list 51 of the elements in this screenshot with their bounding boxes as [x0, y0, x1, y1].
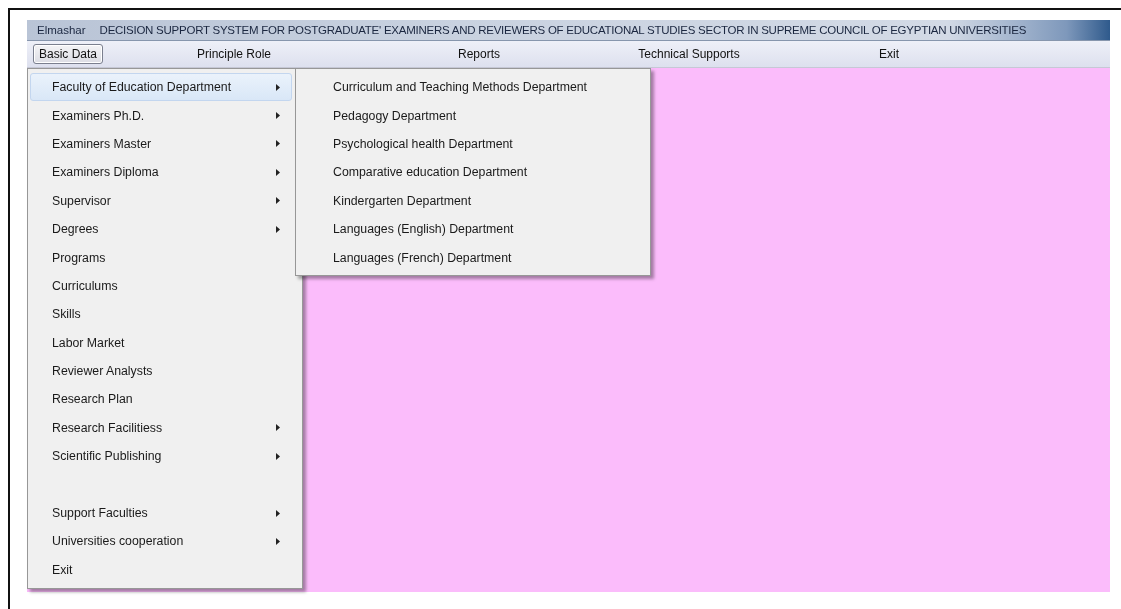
- menu-item[interactable]: Scientific Publishing: [30, 442, 292, 471]
- menu-item[interactable]: Curriculum and Teaching Methods Department: [298, 73, 648, 102]
- menu-item[interactable]: Pedagogy Department: [298, 101, 648, 130]
- menu-item[interactable]: Faculty of Education Department: [30, 73, 292, 102]
- menu-item-label: Examiners Ph.D.: [52, 108, 145, 123]
- submenu-arrow-icon: [276, 140, 280, 148]
- submenu-arrow-icon: [276, 537, 280, 545]
- menu-item[interactable]: Labor Market: [30, 328, 292, 357]
- menu-item-label: Scientific Publishing: [52, 449, 162, 464]
- menu-item[interactable]: Exit: [30, 555, 292, 585]
- menu-item-label: Examiners Master: [52, 136, 152, 151]
- menu-item-label: Degrees: [52, 222, 99, 237]
- submenu-arrow-icon: [276, 452, 280, 460]
- menu-bar-item[interactable]: Basic Data: [33, 44, 103, 64]
- menu-item[interactable]: Research Facilitiess: [30, 413, 292, 443]
- menu-item[interactable]: Kindergarten Department: [298, 186, 648, 215]
- menu-item[interactable]: Examiners Ph.D.: [30, 101, 292, 130]
- menu-item[interactable]: Psychological health Department: [298, 129, 648, 159]
- menu-item[interactable]: Support Faculties: [30, 498, 292, 528]
- submenu-arrow-icon: [276, 112, 280, 120]
- menu-item-label: Universities cooperation: [52, 534, 184, 549]
- menu-bar-item[interactable]: Principle Role: [190, 44, 277, 64]
- menu-item[interactable]: Programs: [30, 243, 292, 272]
- window-title: DECISION SUPPORT SYSTEM FOR POSTGRADUATE' EXAMINERS AND REVIEWERS OF EDUCATIONAL STUDIES SECTOR IN SUPREME COUNCIL OF EGYPTIAN UNIVERSITIES: [99, 24, 1027, 36]
- menu-item[interactable]: Curriculums: [30, 271, 292, 301]
- menu-item-label: Faculty of Education Department: [52, 80, 232, 95]
- menu-item[interactable]: Reviewer Analysts: [30, 356, 292, 386]
- submenu-arrow-icon: [276, 168, 280, 176]
- submenu-arrow-icon: [276, 509, 280, 517]
- menu-item-label: Supervisor: [52, 193, 111, 208]
- menu-item[interactable]: Examiners Master: [30, 129, 292, 159]
- menu-item[interactable]: Universities cooperation: [30, 527, 292, 556]
- menu-item[interactable]: Supervisor: [30, 186, 292, 215]
- menu-item-label: Research Facilitiess: [52, 420, 163, 435]
- menu-bar-item[interactable]: Technical Supports: [632, 44, 746, 64]
- menu-item[interactable]: Languages (English) Department: [298, 214, 648, 244]
- menu-item[interactable]: Research Plan: [30, 385, 292, 414]
- menu-item-label: Examiners Diploma: [52, 165, 159, 180]
- menu-bar-item[interactable]: Reports: [452, 44, 506, 64]
- menu-item[interactable]: Skills: [30, 300, 292, 329]
- menu-item[interactable]: Languages (French) Department: [298, 243, 648, 272]
- submenu-arrow-icon: [276, 424, 280, 432]
- menu-bar-item[interactable]: Exit: [873, 44, 905, 64]
- submenu-arrow-icon: [276, 197, 280, 205]
- menu-item[interactable]: Degrees: [30, 214, 292, 244]
- menu-item[interactable]: Examiners Diploma: [30, 158, 292, 187]
- menu-item[interactable]: Comparative education Department: [298, 158, 648, 187]
- submenu-arrow-icon: [276, 83, 280, 91]
- menu-item-label: Support Faculties: [52, 506, 148, 521]
- submenu-arrow-icon: [276, 225, 280, 233]
- app-name: Elmashar: [37, 24, 86, 36]
